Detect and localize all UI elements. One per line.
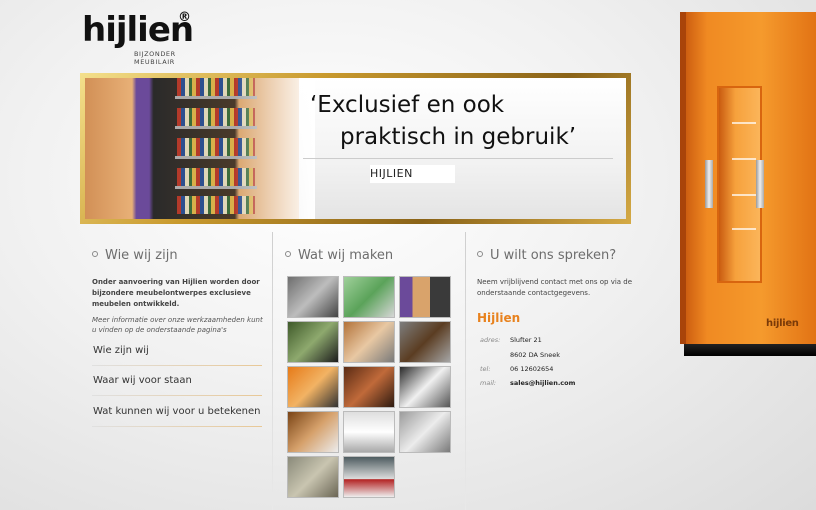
contact-company-name: Hijlien xyxy=(477,311,521,325)
gallery-thumbnail[interactable] xyxy=(343,411,395,453)
mail-link[interactable]: sales@hijlien.com xyxy=(510,379,575,387)
gallery-thumbnail[interactable] xyxy=(399,411,451,453)
gallery-thumbnail[interactable] xyxy=(287,366,339,408)
logo-wordmark: hijlien xyxy=(82,10,194,50)
gallery-thumbnail[interactable] xyxy=(343,321,395,363)
cabinet-side xyxy=(680,12,686,344)
hero-banner: ‘Exclusief en ook praktisch in gebruik’ … xyxy=(80,73,631,224)
gallery-thumbnail[interactable] xyxy=(343,276,395,318)
gallery-heading-text: Wat wij maken xyxy=(298,248,394,263)
gallery-thumbnail[interactable] xyxy=(399,276,451,318)
about-heading-text: Wie wij zijn xyxy=(105,248,178,263)
gallery-heading: Wat wij maken xyxy=(285,248,393,263)
about-intro: Onder aanvoering van Hijlien worden door… xyxy=(92,278,260,308)
bullet-icon xyxy=(285,250,291,257)
mail-label: mail: xyxy=(480,379,497,387)
glass-shelf xyxy=(732,228,756,230)
about-heading: Wie wij zijn xyxy=(92,248,178,263)
bullet-icon xyxy=(92,250,98,257)
site-logo[interactable]: hijlien ® BIJZONDER MEUBILAIR xyxy=(82,10,202,70)
cabinet-base xyxy=(684,344,816,356)
nav-link-waar-wij-voor-staan[interactable]: Waar wij voor staan xyxy=(93,375,192,386)
gallery-thumbnail[interactable] xyxy=(287,276,339,318)
hero-banner-inner: ‘Exclusief en ook praktisch in gebruik’ … xyxy=(85,78,626,219)
glass-shelf xyxy=(732,158,756,160)
nav-link-wie-zijn-wij[interactable]: Wie zijn wij xyxy=(93,345,149,356)
tel-label: tel: xyxy=(480,365,491,373)
about-more-info: Meer informatie over onze werkzaamheden … xyxy=(92,316,263,334)
cabinet-handle xyxy=(756,160,764,208)
gallery-thumbnail[interactable] xyxy=(399,366,451,408)
contact-heading: U wilt ons spreken? xyxy=(477,248,616,263)
gallery-thumbnail[interactable] xyxy=(343,456,395,498)
column-divider xyxy=(465,232,466,510)
slogan-line-1: ‘Exclusief en ook xyxy=(310,92,505,118)
cabinet-brand: hijlien xyxy=(766,318,799,329)
gallery-thumbnail[interactable] xyxy=(343,366,395,408)
gallery-thumbnail[interactable] xyxy=(287,411,339,453)
address-street: Slufter 21 xyxy=(510,336,542,344)
logo-tagline: BIJZONDER MEUBILAIR xyxy=(134,50,176,66)
gallery-thumbnail[interactable] xyxy=(287,456,339,498)
slogan-divider xyxy=(303,158,613,159)
logo-tagline-line2: MEUBILAIR xyxy=(134,58,175,66)
gallery-thumbnail[interactable] xyxy=(399,321,451,363)
slogan-line-2: praktisch in gebruik’ xyxy=(340,124,577,150)
banner-fade xyxy=(235,78,315,219)
logo-tagline-line1: BIJZONDER xyxy=(134,50,176,58)
nav-link-wat-kunnen-wij[interactable]: Wat kunnen wij voor u betekenen xyxy=(93,406,261,417)
contact-intro: Neem vrijblijvend contact met ons op via… xyxy=(477,278,633,297)
address-label: adres: xyxy=(480,336,501,344)
gallery-thumbnail[interactable] xyxy=(287,321,339,363)
glass-shelf xyxy=(732,122,756,124)
address-city: 8602 DA Sneek xyxy=(510,351,561,359)
bullet-icon xyxy=(477,250,483,257)
glass-shelf xyxy=(732,194,756,196)
logo-registered-mark: ® xyxy=(178,10,191,25)
nav-divider xyxy=(92,365,262,366)
tel-value: 06 12602654 xyxy=(510,365,554,373)
cabinet-handle xyxy=(705,160,713,208)
contact-heading-text: U wilt ons spreken? xyxy=(490,248,617,263)
column-divider xyxy=(272,232,273,510)
banner-brand-label: HIJLIEN xyxy=(370,165,455,183)
nav-divider xyxy=(92,426,262,427)
nav-divider xyxy=(92,395,262,396)
